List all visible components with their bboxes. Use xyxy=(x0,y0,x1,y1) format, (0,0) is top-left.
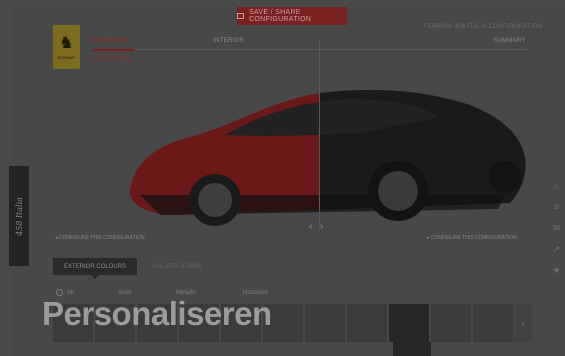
browser-frame: SAVE / SHARE CONFIGURATION ♞ FERRARI FER… xyxy=(0,0,565,356)
rear-rim xyxy=(378,171,418,211)
side-model-badge[interactable]: 458 Italia xyxy=(9,166,29,266)
colour-swatch[interactable] xyxy=(473,304,513,342)
front-rim xyxy=(198,183,232,217)
save-share-label: SAVE / SHARE CONFIGURATION xyxy=(249,9,312,23)
home-icon[interactable]: ⌂ xyxy=(554,182,559,191)
save-share-button[interactable]: SAVE / SHARE CONFIGURATION xyxy=(237,7,347,25)
colour-swatch-selected[interactable] xyxy=(389,304,429,342)
colour-swatch[interactable] xyxy=(305,304,345,342)
compare-right-link[interactable]: ▸ CONFIGURE THIS CONFIGURATION xyxy=(427,235,517,241)
step-progress-active xyxy=(93,49,135,51)
chevron-right-icon: › xyxy=(521,318,525,328)
side-model-badge-text: 458 Italia xyxy=(14,196,24,236)
car-preview xyxy=(130,89,526,226)
mail-icon[interactable]: ✉ xyxy=(553,224,561,233)
share-icon[interactable]: ↗ xyxy=(553,245,561,254)
compare-left-link[interactable]: ◂ CONFIGURE THIS CONFIGURATION xyxy=(55,235,145,241)
tab-exterior-colours[interactable]: EXTERIOR COLOURS xyxy=(53,258,137,279)
star-icon[interactable]: ★ xyxy=(552,266,560,275)
step-exterior[interactable]: EXTERIOR xyxy=(93,38,126,44)
logo-text: FERRARI xyxy=(57,54,76,60)
right-toolbar: ⌂ ≡ ✉ ↗ ★ xyxy=(548,182,565,275)
menu-icon[interactable]: ≡ xyxy=(554,203,559,212)
step-interior[interactable]: INTERIOR xyxy=(213,38,244,44)
step-summary[interactable]: SUMMARY xyxy=(493,38,526,44)
prancing-horse-icon: ♞ xyxy=(58,32,75,53)
selected-swatch-indicator xyxy=(393,342,431,356)
overlay-title: Personaliseren xyxy=(42,295,272,332)
rear-wheel-far xyxy=(489,161,521,193)
swatches-next-button[interactable]: › xyxy=(514,304,532,342)
colour-swatch[interactable] xyxy=(347,304,387,342)
ferrari-logo[interactable]: ♞ FERRARI xyxy=(53,25,80,69)
colour-swatch[interactable] xyxy=(431,304,471,342)
compare-slider-handle[interactable]: ‹ › xyxy=(309,221,325,233)
compare-divider[interactable] xyxy=(319,40,320,230)
step-progress-track xyxy=(93,49,528,50)
substep-paintwork[interactable]: PAINTWORK xyxy=(93,57,132,63)
configuration-name: FERRARI 458 ITALIA CONFIGURATION xyxy=(424,24,543,30)
tab-caliper-rims[interactable]: CALIPER & RIMS xyxy=(153,264,201,270)
save-icon xyxy=(237,13,245,19)
